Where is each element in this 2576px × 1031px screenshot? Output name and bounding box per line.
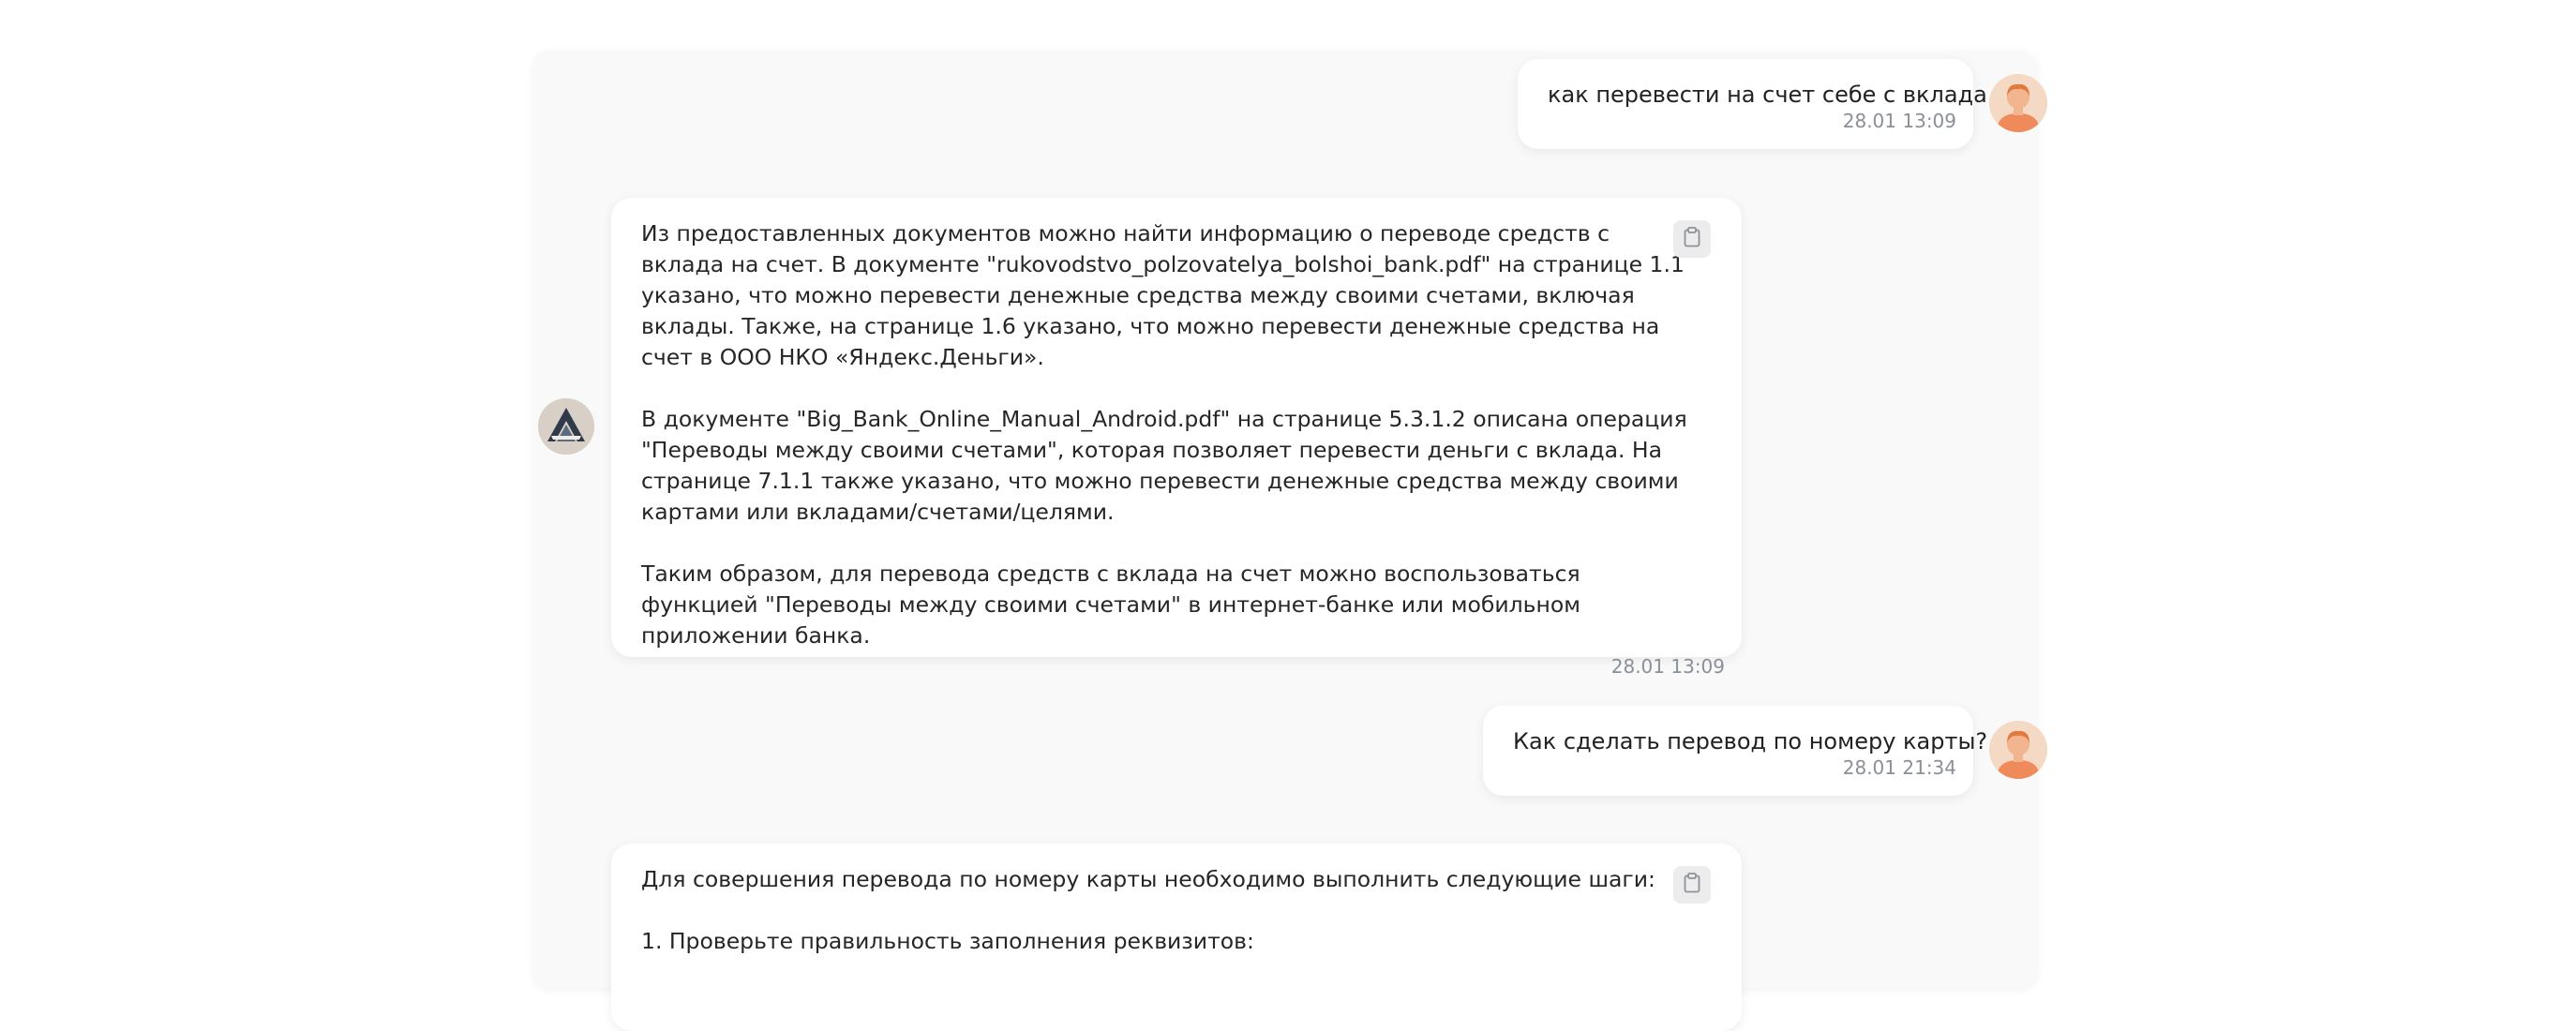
- message-timestamp: 28.01 13:09: [1610, 655, 1725, 678]
- user-avatar-icon: [1989, 74, 2047, 132]
- assistant-message-text: Для совершения перевода по номеру карты …: [641, 864, 1691, 957]
- assistant-message-bubble: Для совершения перевода по номеру карты …: [611, 844, 1742, 1031]
- message-paragraph: В документе "Big_Bank_Online_Manual_Andr…: [641, 406, 1687, 525]
- user-message-bubble: Как сделать перевод по номеру карты? 28.…: [1483, 706, 1988, 796]
- assistant-message-bubble: Из предоставленных документов можно найт…: [611, 198, 1742, 678]
- assistant-message-text: Из предоставленных документов можно найт…: [641, 218, 1691, 651]
- copy-button[interactable]: [1673, 866, 1711, 904]
- message-paragraph: 1. Проверьте правильность заполнения рек…: [641, 928, 1254, 954]
- user-message-text: как перевести на счет себе с вклада: [1548, 82, 1987, 108]
- user-message-bubble: как перевести на счет себе с вклада 28.0…: [1518, 59, 1987, 149]
- message-paragraph: Таким образом, для перевода средств с вк…: [641, 560, 1580, 649]
- user-avatar-icon: [1989, 721, 2047, 779]
- copy-button[interactable]: [1673, 220, 1711, 258]
- message-timestamp: 28.01 21:34: [1842, 756, 1956, 779]
- bot-logo-icon: [538, 398, 594, 455]
- message-paragraph: Для совершения перевода по номеру карты …: [641, 866, 1655, 892]
- message-timestamp: 28.01 13:09: [1842, 110, 1956, 132]
- clipboard-icon: [1684, 873, 1700, 897]
- message-paragraph: Из предоставленных документов можно найт…: [641, 220, 1685, 370]
- clipboard-icon: [1684, 227, 1700, 251]
- user-message-text: Как сделать перевод по номеру карты?: [1513, 728, 1988, 755]
